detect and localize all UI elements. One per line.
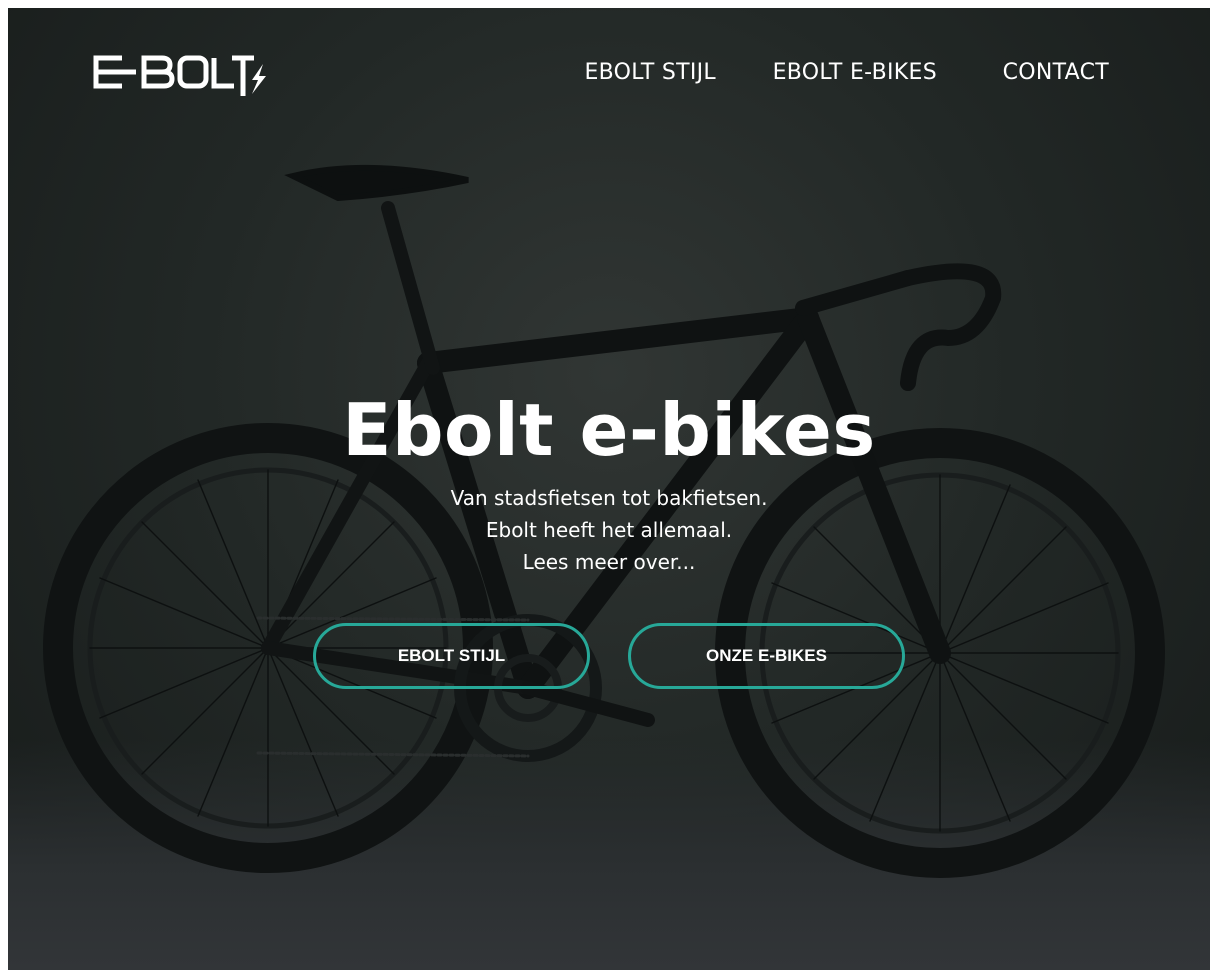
- nav-link-ebolt-e-bikes[interactable]: EBOLT E-BIKES: [773, 60, 937, 85]
- hero-content: Ebolt e-bikes Van stadsfietsen tot bakfi…: [8, 388, 1210, 578]
- hero-subtitle: Van stadsfietsen tot bakfietsen. Ebolt h…: [8, 482, 1210, 578]
- e-bolt-logo-icon: [93, 55, 266, 96]
- nav-link-contact[interactable]: CONTACT: [1003, 60, 1109, 85]
- onze-e-bikes-button[interactable]: ONZE E-BIKES: [628, 623, 905, 689]
- hero-section: EBOLT STIJL EBOLT E-BIKES CONTACT Ebolt …: [8, 8, 1210, 970]
- nav-link-ebolt-stijl[interactable]: EBOLT STIJL: [584, 60, 716, 85]
- hero-title: Ebolt e-bikes: [342, 388, 876, 472]
- ebolt-stijl-button[interactable]: EBOLT STIJL: [313, 623, 590, 689]
- hero-subtitle-line: Van stadsfietsen tot bakfietsen.: [450, 486, 768, 510]
- brand-logo[interactable]: [92, 52, 268, 98]
- lightning-bolt-icon: [252, 64, 266, 94]
- hero-subtitle-line: Lees meer over...: [522, 550, 696, 574]
- hero-subtitle-line: Ebolt heeft het allemaal.: [485, 518, 733, 542]
